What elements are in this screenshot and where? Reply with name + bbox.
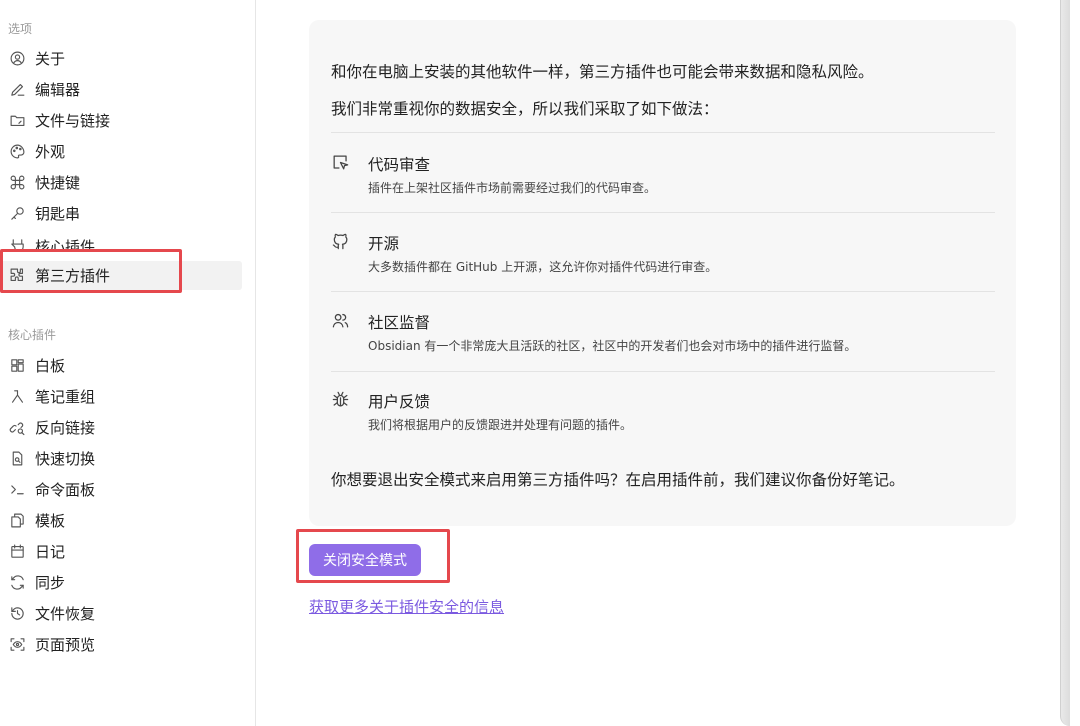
folder-icon: [8, 112, 26, 130]
sidebar-item-templates[interactable]: 模板: [0, 506, 242, 535]
sidebar-item-keychain[interactable]: 钥匙串: [0, 199, 242, 228]
settings-sidebar: 选项 关于 编辑器 文件与链接 外观 快捷键 钥匙串 核心插件 第三方插件 核心…: [0, 0, 256, 726]
settings-window: 选项 关于 编辑器 文件与链接 外观 快捷键 钥匙串 核心插件 第三方插件 核心…: [0, 0, 1080, 726]
sidebar-item-label: 命令面板: [35, 481, 96, 499]
sidebar-item-label: 同步: [35, 574, 66, 592]
calendar-icon: [8, 543, 26, 561]
sidebar-item-note-composer[interactable]: 笔记重组: [0, 382, 242, 411]
refresh-icon: [8, 574, 26, 592]
feature-title: 代码审查: [368, 156, 431, 174]
key-icon: [8, 205, 26, 223]
sidebar-item-hotkeys[interactable]: 快捷键: [0, 168, 242, 197]
file-search-icon: [8, 450, 26, 468]
window-edge: [1060, 0, 1070, 726]
cursor-review-icon: [331, 153, 351, 173]
question-text: 你想要退出安全模式来启用第三方插件吗？在启用插件前，我们建议你备份好笔记。: [331, 471, 905, 489]
feature-description: 插件在上架社区插件市场前需要经过我们的代码审查。: [368, 181, 657, 195]
layout-dashboard-icon: [8, 357, 26, 375]
github-icon: [331, 232, 351, 252]
sidebar-item-file-recovery[interactable]: 文件恢复: [0, 599, 242, 628]
sidebar-item-label: 模板: [35, 512, 66, 530]
feature-title: 用户反馈: [368, 393, 431, 411]
sidebar-item-label: 反向链接: [35, 419, 96, 437]
sidebar-item-community-plugins[interactable]: 第三方插件: [0, 261, 242, 290]
sidebar-item-label: 文件恢复: [35, 605, 96, 623]
palette-icon: [8, 143, 26, 161]
sidebar-item-label: 日记: [35, 543, 66, 561]
sidebar-item-label: 快捷键: [35, 174, 81, 192]
sidebar-item-backlinks[interactable]: 反向链接: [0, 413, 242, 442]
merge-icon: [8, 388, 26, 406]
sidebar-item-appearance[interactable]: 外观: [0, 137, 242, 166]
settings-content: 和你在电脑上安装的其他软件一样，第三方插件也可能会带来数据和隐私风险。 我们非常…: [257, 0, 1070, 726]
plug-icon: [8, 236, 26, 250]
sidebar-item-core-plugins[interactable]: 核心插件: [0, 236, 242, 250]
files-icon: [8, 512, 26, 530]
bug-icon: [331, 390, 351, 410]
link-search-icon: [8, 419, 26, 437]
sidebar-item-canvas[interactable]: 白板: [0, 351, 242, 380]
feature-description: 大多数插件都在 GitHub 上开源，这允许你对插件代码进行审查。: [368, 260, 718, 274]
puzzle-icon: [8, 267, 26, 285]
sidebar-item-editor[interactable]: 编辑器: [0, 75, 242, 104]
sidebar-item-label: 第三方插件: [35, 267, 111, 285]
turn-off-restricted-mode-button[interactable]: 关闭安全模式: [309, 544, 421, 576]
feature-code-review: 代码审查 插件在上架社区插件市场前需要经过我们的代码审查。: [331, 153, 995, 213]
divider: [331, 371, 995, 372]
users-icon: [331, 311, 351, 331]
sidebar-item-quick-switcher[interactable]: 快速切换: [0, 444, 242, 473]
feature-title: 开源: [368, 235, 400, 253]
feature-community-review: 社区监督 Obsidian 有一个非常庞大且活跃的社区，社区中的开发者们也会对市…: [331, 311, 995, 371]
sidebar-item-label: 文件与链接: [35, 112, 111, 130]
user-circle-icon: [8, 50, 26, 68]
feature-description: Obsidian 有一个非常庞大且活跃的社区，社区中的开发者们也会对市场中的插件…: [368, 339, 857, 353]
sidebar-item-label: 页面预览: [35, 636, 96, 654]
intro-text-2: 我们非常重视你的数据安全，所以我们采取了如下做法：: [331, 100, 719, 118]
sidebar-item-files-links[interactable]: 文件与链接: [0, 106, 242, 135]
pencil-icon: [8, 81, 26, 99]
sidebar-item-label: 关于: [35, 50, 66, 68]
feature-description: 我们将根据用户的反馈跟进并处理有问题的插件。: [368, 418, 633, 432]
sidebar-item-label: 钥匙串: [35, 205, 81, 223]
sidebar-item-command-palette[interactable]: 命令面板: [0, 475, 242, 504]
divider: [331, 132, 995, 133]
divider: [331, 212, 995, 213]
divider: [331, 291, 995, 292]
sidebar-item-label: 快速切换: [35, 450, 96, 468]
sidebar-item-label: 外观: [35, 143, 66, 161]
sidebar-item-about[interactable]: 关于: [0, 44, 242, 73]
history-icon: [8, 605, 26, 623]
intro-text-1: 和你在电脑上安装的其他软件一样，第三方插件也可能会带来数据和隐私风险。: [331, 63, 874, 81]
sidebar-section-core-title: 核心插件: [8, 328, 57, 342]
sidebar-item-label: 核心插件: [35, 238, 96, 250]
sidebar-item-daily-notes[interactable]: 日记: [0, 537, 242, 566]
eye-scan-icon: [8, 636, 26, 654]
plugin-security-info-link[interactable]: 获取更多关于插件安全的信息: [309, 596, 504, 617]
sidebar-item-label: 笔记重组: [35, 388, 96, 406]
command-icon: [8, 174, 26, 192]
terminal-icon: [8, 481, 26, 499]
safety-info-card: 和你在电脑上安装的其他软件一样，第三方插件也可能会带来数据和隐私风险。 我们非常…: [309, 20, 1016, 526]
feature-open-source: 开源 大多数插件都在 GitHub 上开源，这允许你对插件代码进行审查。: [331, 232, 995, 292]
feature-title: 社区监督: [368, 314, 431, 332]
sidebar-item-sync[interactable]: 同步: [0, 568, 242, 597]
sidebar-section-options-title: 选项: [8, 22, 33, 36]
feature-user-feedback: 用户反馈 我们将根据用户的反馈跟进并处理有问题的插件。: [331, 390, 995, 450]
sidebar-item-label: 白板: [35, 357, 66, 375]
sidebar-item-label: 编辑器: [35, 81, 81, 99]
sidebar-item-page-preview[interactable]: 页面预览: [0, 630, 242, 659]
